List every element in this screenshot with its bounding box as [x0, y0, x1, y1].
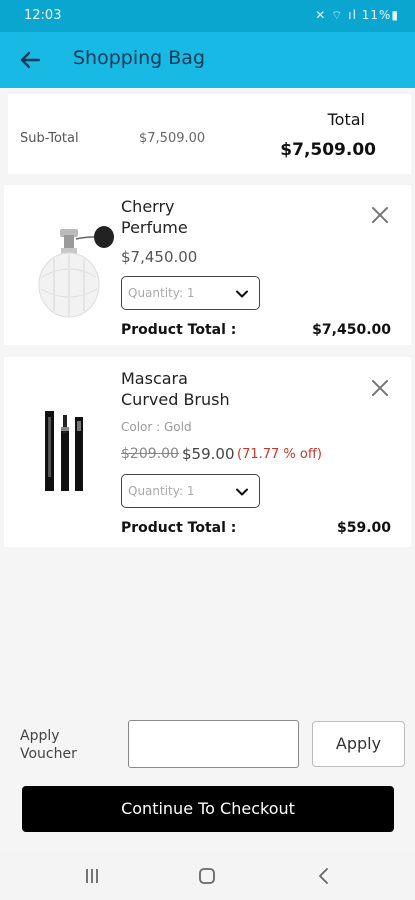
voucher-input[interactable]	[128, 720, 299, 768]
close-icon[interactable]	[369, 377, 391, 399]
product-name: Mascara Curved Brush	[121, 368, 230, 410]
status-bar: 12:03 ✕ ⌔ ıl 11%▮	[0, 0, 415, 32]
product-name-line2: Curved Brush	[121, 390, 230, 409]
nav-back-icon[interactable]	[314, 866, 334, 886]
cart-item: Cherry Perfume $7,450.00 Quantity: 1 Pro…	[4, 185, 411, 345]
mascara-thumbnail	[45, 411, 83, 491]
page-title: Shopping Bag	[73, 47, 206, 69]
home-icon[interactable]	[197, 866, 217, 886]
chevron-down-icon	[236, 290, 248, 298]
product-price: $7,450.00	[121, 248, 198, 266]
discount-badge: (71.77 % off)	[237, 447, 322, 462]
checkout-button[interactable]: Continue To Checkout	[22, 786, 394, 832]
original-price: $209.00	[121, 446, 179, 462]
close-icon[interactable]	[369, 204, 391, 226]
quantity-select[interactable]: Quantity: 1	[121, 474, 260, 508]
product-name-line1: Cherry	[121, 197, 175, 216]
quantity-select[interactable]: Quantity: 1	[121, 276, 260, 310]
arrow-left-icon[interactable]	[14, 44, 46, 76]
product-name-line1: Mascara	[121, 369, 188, 388]
total-label: Total	[327, 110, 365, 129]
product-name-line2: Perfume	[121, 218, 188, 237]
recents-icon[interactable]	[82, 866, 102, 886]
chevron-down-icon	[236, 488, 248, 496]
voucher-label-line2: Voucher	[20, 746, 77, 762]
status-system-icons: ✕ ⌔ ıl 11%▮	[315, 8, 399, 22]
system-nav-bar	[0, 852, 415, 900]
product-color: Color : Gold	[121, 420, 192, 434]
product-name: Cherry Perfume	[121, 196, 188, 238]
product-total-value: $59.00	[336, 520, 391, 536]
total-value: $7,509.00	[280, 140, 376, 160]
app-bar: Shopping Bag	[0, 32, 415, 88]
product-price: $59.00	[182, 445, 235, 463]
subtotal-value: $7,509.00	[139, 131, 206, 146]
cart-item: Mascara Curved Brush Color : Gold $209.0…	[4, 357, 411, 547]
apply-voucher-button[interactable]: Apply	[312, 721, 405, 767]
voucher-label-line1: Apply	[20, 728, 60, 744]
status-time: 12:03	[24, 8, 62, 23]
product-total-label: Product Total :	[121, 520, 237, 536]
voucher-label: Apply Voucher	[20, 727, 77, 763]
quantity-value: Quantity: 1	[128, 286, 195, 300]
subtotal-label: Sub-Total	[20, 131, 79, 146]
perfume-thumbnail	[38, 226, 114, 318]
product-total-value: $7,450.00	[312, 322, 391, 338]
quantity-value: Quantity: 1	[128, 484, 195, 498]
product-total-label: Product Total :	[121, 322, 237, 338]
order-summary: Sub-Total $7,509.00 Total $7,509.00	[8, 94, 411, 174]
